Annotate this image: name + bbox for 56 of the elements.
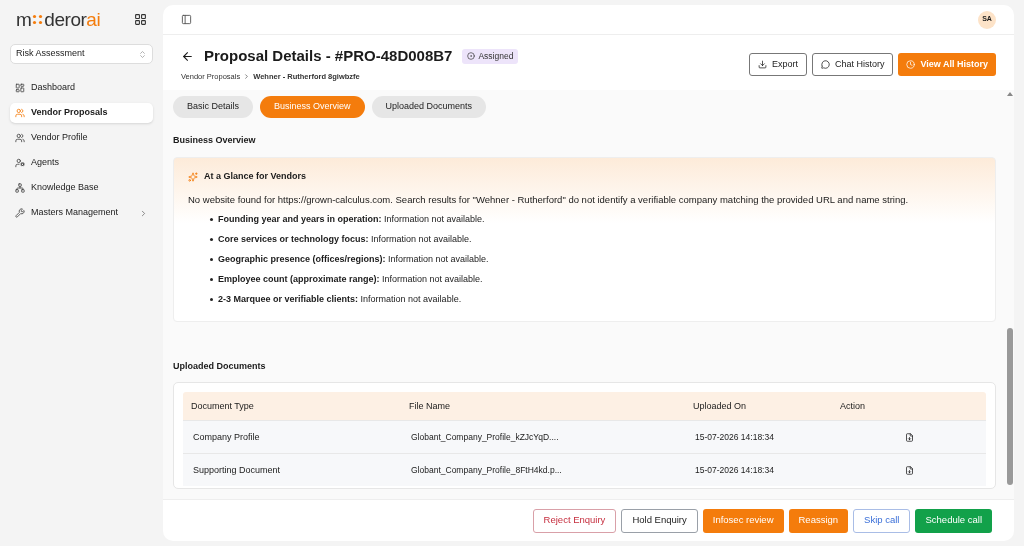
table-cell-text: Supporting Document [193, 463, 282, 477]
sidebar-item[interactable]: Agents [10, 153, 153, 173]
sparkle-icon [188, 172, 198, 182]
workspace-select[interactable]: Risk Assessment [10, 44, 153, 64]
download-icon[interactable] [905, 465, 914, 475]
sidebar-toggle-icon[interactable] [181, 14, 192, 25]
table-cell-text: 15-07-2026 14:18:34 [695, 463, 775, 477]
chat-bubble-icon [820, 60, 830, 69]
logo-dots-icon [32, 13, 44, 25]
sidebar-item[interactable]: Dashboard [10, 78, 153, 98]
nav-icon [15, 158, 25, 168]
back-arrow-icon[interactable] [181, 49, 194, 63]
table-cell-text: Company Profile [193, 430, 261, 444]
table-cell-text: 15-07-2026 14:18:34 [695, 430, 775, 444]
section-heading: Business Overview [173, 133, 257, 147]
fact-item: Core services or technology focus: Information not available. [210, 228, 981, 249]
table-cell-text: Globant_Company_Profile_8FtH4kd.p... [411, 463, 563, 477]
nav-icon [15, 183, 25, 193]
tab[interactable]: Basic Details [173, 95, 254, 118]
breadcrumb-separator-icon [243, 72, 251, 80]
action-button[interactable]: Hold Enquiry [621, 508, 698, 533]
header-button[interactable]: Chat History [811, 53, 894, 76]
updown-chevron-icon [138, 49, 147, 59]
column-header: Document Type [191, 399, 255, 413]
scroll-up-icon[interactable] [1007, 91, 1013, 96]
nav-icon [15, 108, 25, 118]
fact-item: 2-3 Marquee or verifiable clients: Information not available. [210, 288, 981, 309]
nav-icon [15, 83, 25, 93]
fact-item: Founding year and years in operation: Information not available. [210, 208, 981, 229]
column-header: File Name [409, 399, 451, 413]
sidebar-item[interactable]: Vendor Profile [10, 128, 153, 148]
nav-icon [15, 133, 25, 143]
header-button[interactable]: Export [748, 53, 807, 76]
download-icon [757, 60, 767, 69]
sidebar-item[interactable]: Knowledge Base [10, 178, 153, 198]
page-title: Proposal Details - #PRO-48D008B7 [204, 46, 453, 66]
download-icon[interactable] [905, 432, 914, 442]
fact-item: Employee count (approximate range): Information not available. [210, 268, 981, 289]
sidebar-item[interactable]: Vendor Proposals [10, 103, 153, 123]
apps-grid-icon[interactable] [134, 12, 147, 26]
column-header: Uploaded On [693, 399, 748, 413]
logo: m derorai [16, 9, 101, 29]
section-heading: Uploaded Documents [173, 359, 267, 373]
table-cell-text: Globant_Company_Profile_kZJcYqD.... [411, 430, 560, 444]
nav-icon [15, 208, 25, 218]
chevron-icon[interactable] [139, 208, 148, 218]
tab[interactable]: Uploaded Documents [371, 95, 487, 118]
status-badge: Assigned [462, 48, 519, 64]
action-button[interactable]: Reject Enquiry [532, 508, 617, 533]
action-button[interactable]: Skip call [853, 508, 911, 533]
overview-text: No website found for https://grown-calculus.com. Search results for "Wehner - Rutherford" do not identify a verifiable company matching the provided URL and name string. [188, 192, 910, 207]
sidebar-item[interactable]: Masters Management [10, 203, 153, 223]
column-header: Action [840, 399, 866, 413]
fact-item: Geographic presence (offices/regions): Information not available. [210, 248, 981, 269]
clock-icon [906, 60, 916, 69]
card-title: At a Glance for Vendors [204, 170, 307, 184]
